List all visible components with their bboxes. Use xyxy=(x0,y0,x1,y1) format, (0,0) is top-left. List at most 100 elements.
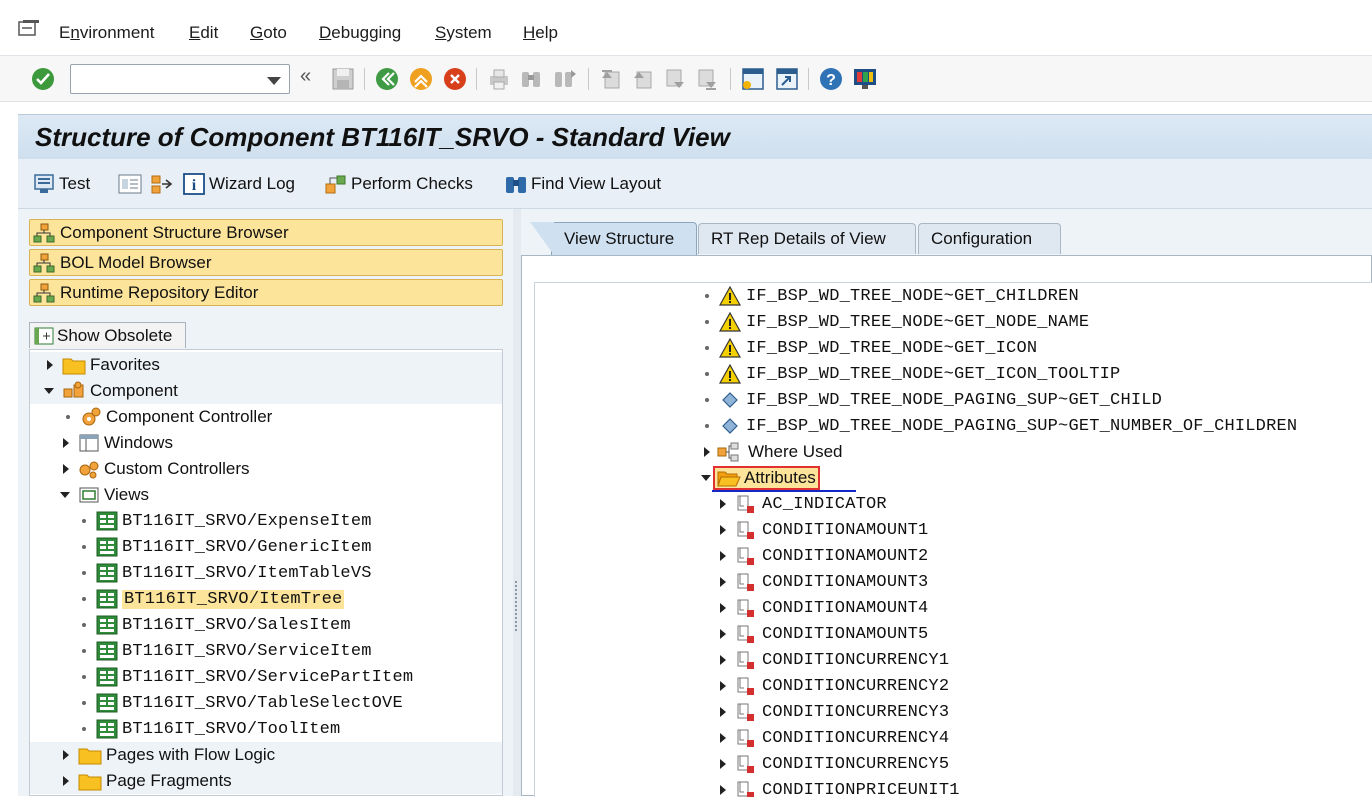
menu-item-goto[interactable]: Goto xyxy=(250,23,287,43)
tree-node-view[interactable]: BT116IT_SRVO/ServiceItem xyxy=(30,638,502,664)
tree-node-attribute[interactable]: AC_INDICATOR xyxy=(717,491,887,517)
bol-model-browser-button[interactable]: BOL Model Browser xyxy=(29,249,503,276)
tree-node-pages-with-flow-logic[interactable]: Pages with Flow Logic xyxy=(30,742,502,768)
command-input[interactable] xyxy=(71,65,261,93)
menu-item-debugging[interactable]: Debugging xyxy=(319,23,401,43)
tree-node-view[interactable]: BT116IT_SRVO/ExpenseItem xyxy=(30,508,502,534)
tree-node-attribute[interactable]: CONDITIONCURRENCY2 xyxy=(717,673,949,699)
component-structure-browser-button[interactable]: Component Structure Browser xyxy=(29,219,503,246)
tree-node-views[interactable]: Views xyxy=(30,482,502,508)
hierarchy-icon xyxy=(33,223,55,243)
menu-item-system[interactable]: System xyxy=(435,23,492,43)
nav-button-label: Component Structure Browser xyxy=(60,223,289,243)
tree-node-windows[interactable]: Windows xyxy=(30,430,502,456)
previous-page-icon[interactable] xyxy=(630,66,656,92)
chevron-down-icon[interactable] xyxy=(267,77,281,85)
tree-node-view[interactable]: BT116IT_SRVO/GenericItem xyxy=(30,534,502,560)
tree-node-attribute[interactable]: CONDITIONCURRENCY5 xyxy=(717,751,949,777)
last-page-icon[interactable] xyxy=(694,66,720,92)
attributes-focus-frame[interactable]: Attributes xyxy=(713,466,820,490)
view-label: BT116IT_SRVO/TableSelectOVE xyxy=(122,694,403,713)
tab-view-structure[interactable]: View Structure xyxy=(551,222,697,255)
enter-icon[interactable] xyxy=(30,66,56,92)
customize-layout-icon[interactable] xyxy=(852,66,878,92)
tree-node-page-fragments[interactable]: Page Fragments xyxy=(30,768,502,794)
find-view-layout-button[interactable]: Find View Layout xyxy=(504,170,661,198)
tree-node-attribute[interactable]: CONDITIONAMOUNT3 xyxy=(717,569,928,595)
runtime-repository-editor-button[interactable]: Runtime Repository Editor xyxy=(29,279,503,306)
view-label: BT116IT_SRVO/GenericItem xyxy=(122,538,372,557)
wizard-log-button[interactable]: i Wizard Log xyxy=(182,170,295,198)
tree-node-attribute[interactable]: CONDITIONAMOUNT1 xyxy=(717,517,928,543)
hierarchy-icon xyxy=(33,253,55,273)
tree-node-method[interactable]: IF_BSP_WD_TREE_NODE~GET_ICON xyxy=(701,335,1037,361)
tree-node-where-used[interactable]: Where Used xyxy=(701,439,842,465)
warning-icon xyxy=(719,364,741,384)
tree-node-attribute[interactable]: CONDITIONAMOUNT2 xyxy=(717,543,928,569)
warning-icon xyxy=(719,338,741,358)
tree-node-attribute[interactable]: CONDITIONAMOUNT5 xyxy=(717,621,928,647)
attribute-icon xyxy=(735,650,757,670)
attribute-icon xyxy=(735,780,757,797)
tree-node-label: Favorites xyxy=(90,355,160,375)
find-view-layout-label: Find View Layout xyxy=(531,174,661,194)
cancel-icon[interactable] xyxy=(442,66,468,92)
attribute-icon xyxy=(735,728,757,748)
menu-item-environment[interactable]: Environment xyxy=(59,23,154,43)
test-button[interactable]: Test xyxy=(32,170,90,198)
save-icon[interactable] xyxy=(330,66,356,92)
tree-node-view[interactable]: BT116IT_SRVO/ItemTree xyxy=(30,586,502,612)
first-page-icon[interactable] xyxy=(598,66,624,92)
command-field[interactable] xyxy=(70,64,290,94)
tree-node-view[interactable]: BT116IT_SRVO/TableSelectOVE xyxy=(30,690,502,716)
menu-item-label-part: H xyxy=(523,23,535,42)
back-icon[interactable] xyxy=(374,66,400,92)
create-session-icon[interactable] xyxy=(740,66,766,92)
next-page-icon[interactable] xyxy=(662,66,688,92)
tree-node-method[interactable]: IF_BSP_WD_TREE_NODE~GET_CHILDREN xyxy=(701,283,1079,309)
tree-node-method[interactable]: IF_BSP_WD_TREE_NODE_PAGING_SUP~GET_NUMBE… xyxy=(701,413,1297,439)
list-view-icon[interactable] xyxy=(118,173,142,195)
tree-node-attribute[interactable]: CONDITIONAMOUNT4 xyxy=(717,595,928,621)
tab-rt-rep-details[interactable]: RT Rep Details of View xyxy=(698,223,916,254)
tab-configuration[interactable]: Configuration xyxy=(918,223,1061,254)
tree-node-method[interactable]: IF_BSP_WD_TREE_NODE_PAGING_SUP~GET_CHILD xyxy=(701,387,1162,413)
tree-node-view[interactable]: BT116IT_SRVO/ToolItem xyxy=(30,716,502,742)
tree-node-custom-controllers[interactable]: Custom Controllers xyxy=(30,456,502,482)
print-icon[interactable] xyxy=(486,66,512,92)
method-diamond-icon xyxy=(719,416,741,436)
tree-node-favorites[interactable]: Favorites xyxy=(30,352,502,378)
tree-node-component[interactable]: Component xyxy=(30,378,502,404)
window-menu-icon[interactable] xyxy=(18,19,40,37)
menu-item-label-part: n xyxy=(70,23,79,42)
shortcut-icon[interactable] xyxy=(774,66,800,92)
exit-icon[interactable] xyxy=(408,66,434,92)
menu-item-edit[interactable]: Edit xyxy=(189,23,218,43)
tree-node-attribute[interactable]: CONDITIONCURRENCY3 xyxy=(717,699,949,725)
menu-item-label-part: vironment xyxy=(80,23,155,42)
menu-item-help[interactable]: Help xyxy=(523,23,558,43)
find-next-icon[interactable] xyxy=(552,66,578,92)
panel-splitter[interactable] xyxy=(513,209,521,796)
perform-checks-button[interactable]: Perform Checks xyxy=(324,170,473,198)
collapse-toolbar-icon[interactable]: « xyxy=(300,65,311,88)
navigate-icon[interactable] xyxy=(150,172,176,196)
tree-node-label: Windows xyxy=(104,433,173,453)
tree-node-attribute[interactable]: CONDITIONCURRENCY4 xyxy=(717,725,949,751)
tree-node-attribute[interactable]: CONDITIONPRICEUNIT1 xyxy=(717,777,960,797)
tree-node-view[interactable]: BT116IT_SRVO/SalesItem xyxy=(30,612,502,638)
help-icon[interactable]: ? xyxy=(818,66,844,92)
tree-node-component-controller[interactable]: Component Controller xyxy=(30,404,502,430)
attribute-label: AC_INDICATOR xyxy=(762,495,887,514)
tree-node-attributes[interactable]: Attributes xyxy=(701,465,820,491)
show-obsolete-button[interactable]: Show Obsolete xyxy=(29,322,186,348)
title-bar: Structure of Component BT116IT_SRVO - St… xyxy=(18,114,1372,159)
attribute-label: CONDITIONAMOUNT3 xyxy=(762,573,928,592)
tree-node-attribute[interactable]: CONDITIONCURRENCY1 xyxy=(717,647,949,673)
nav-button-label: Runtime Repository Editor xyxy=(60,283,258,303)
tree-node-view[interactable]: BT116IT_SRVO/ServicePartItem xyxy=(30,664,502,690)
tree-node-method[interactable]: IF_BSP_WD_TREE_NODE~GET_NODE_NAME xyxy=(701,309,1089,335)
find-icon[interactable] xyxy=(518,66,544,92)
tree-node-method[interactable]: IF_BSP_WD_TREE_NODE~GET_ICON_TOOLTIP xyxy=(701,361,1120,387)
tree-node-view[interactable]: BT116IT_SRVO/ItemTableVS xyxy=(30,560,502,586)
